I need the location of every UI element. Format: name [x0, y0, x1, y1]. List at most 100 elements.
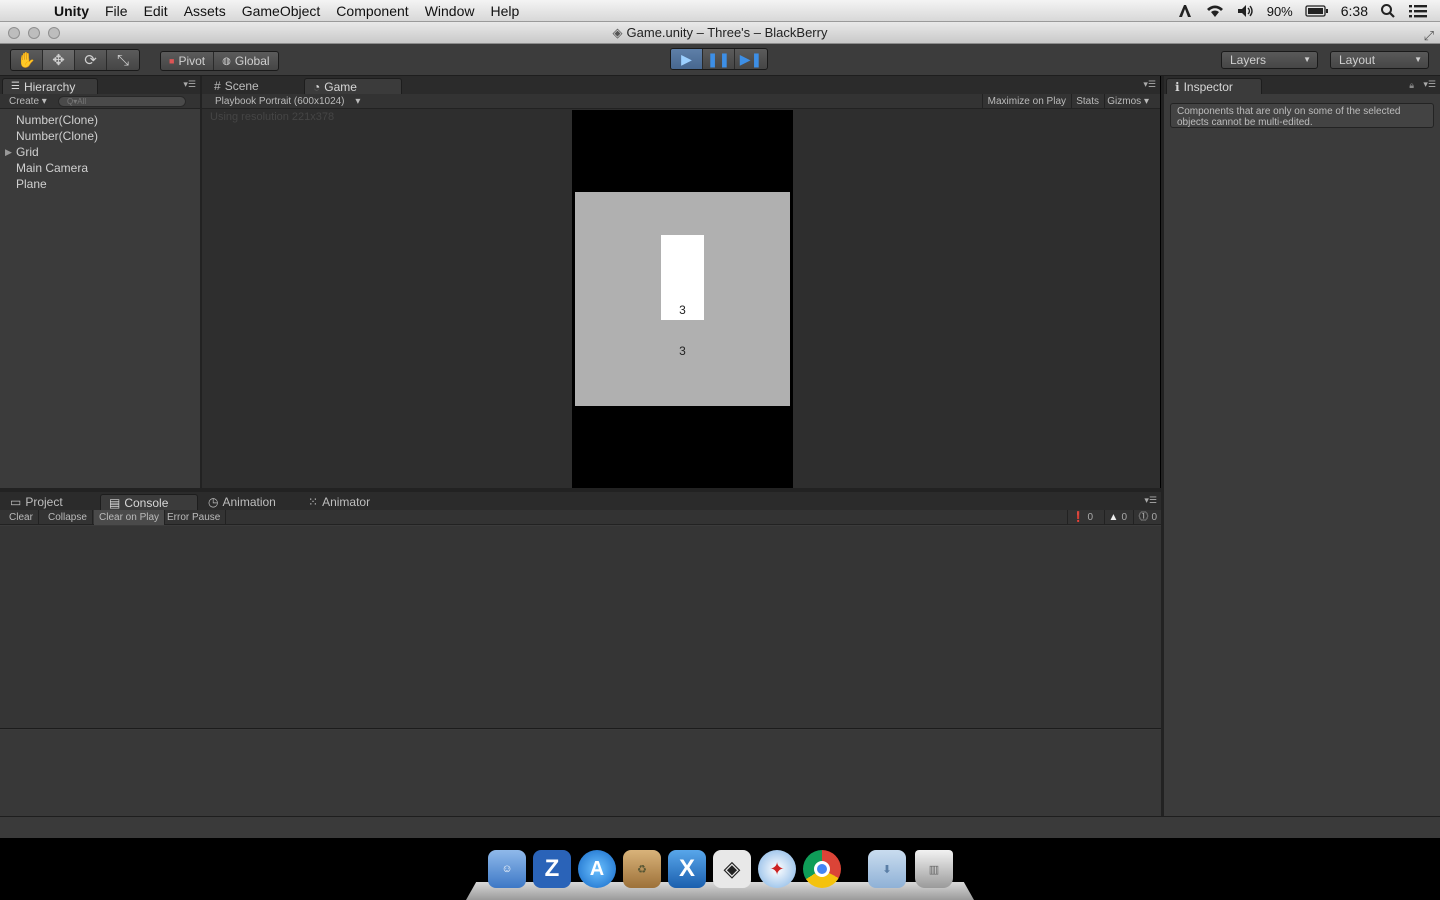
tab-animation[interactable]: ◷ Animation — [200, 494, 300, 510]
panel-menu-icon[interactable]: ▾☰ — [1144, 495, 1157, 506]
tab-project[interactable]: ▭ Project — [2, 494, 98, 510]
safari-icon[interactable]: ✦ — [758, 850, 796, 888]
menu-assets[interactable]: Assets — [176, 0, 234, 22]
clock-icon: ◷ — [208, 495, 219, 509]
window-title: Game.unity – Three's – BlackBerry — [626, 25, 828, 40]
panel-menu-icon[interactable]: ▾☰ — [1143, 79, 1156, 90]
pivot-button[interactable]: ■ Pivot — [161, 52, 215, 70]
console-detail-area[interactable] — [0, 730, 1161, 816]
tab-animator[interactable]: ⁙ Animator — [300, 494, 400, 510]
filezilla-icon[interactable]: Z — [533, 850, 571, 888]
hierarchy-search-input[interactable]: Q▾All — [58, 96, 186, 107]
rotate-tool-icon[interactable]: ⟳ — [75, 50, 107, 70]
hierarchy-item[interactable]: Plane — [0, 176, 200, 192]
info-icon: ℹ — [1175, 79, 1180, 94]
menu-gameobject[interactable]: GameObject — [234, 0, 329, 22]
window-title-bar: ◈ Game.unity – Three's – BlackBerry ⤢ — [0, 22, 1440, 44]
finder-icon[interactable]: ☺ — [488, 850, 526, 888]
error-pause-button[interactable]: Error Pause — [162, 510, 227, 525]
collapse-button[interactable]: Collapse — [43, 510, 93, 525]
hierarchy-item[interactable]: Number(Clone) — [0, 128, 200, 144]
game-toolbar: Playbook Portrait (600x1024) ▾ Maximize … — [202, 94, 1160, 109]
hierarchy-item[interactable]: Number(Clone) — [0, 112, 200, 128]
console-log-list[interactable] — [0, 526, 1161, 729]
clear-button[interactable]: Clear — [4, 510, 39, 525]
trash-icon[interactable]: ▥ — [915, 850, 953, 888]
menu-file[interactable]: File — [97, 0, 136, 22]
maximize-on-play-button[interactable]: Maximize on Play — [981, 94, 1072, 109]
lock-icon[interactable]: 🔒︎ — [1409, 80, 1414, 91]
scene-game-tabstrip: # Scene ◔ Game ▾☰ — [202, 76, 1160, 94]
app-store-icon[interactable]: A — [578, 850, 616, 888]
error-count-toggle[interactable]: ⓵0 — [1133, 510, 1161, 525]
hand-tool-icon[interactable]: ✋ — [11, 50, 43, 70]
menu-window[interactable]: Window — [417, 0, 483, 22]
hierarchy-item[interactable]: Main Camera — [0, 160, 200, 176]
chevron-down-icon: ▼ — [1303, 55, 1311, 64]
aspect-dropdown[interactable]: Playbook Portrait (600x1024) ▾ — [210, 94, 365, 109]
volume-icon[interactable] — [1237, 3, 1255, 19]
step-button-icon[interactable]: ▶❚ — [735, 49, 767, 69]
console-tabstrip: ▭ Project ▤ Console ◷ Animation ⁙ Animator ▾… — [0, 492, 1161, 510]
pacman-icon: ◔ — [313, 79, 321, 94]
spotlight-search-icon[interactable] — [1380, 3, 1396, 19]
pause-button-icon[interactable]: ❚❚ — [703, 49, 735, 69]
resolution-message: Using resolution 221x378 — [210, 111, 335, 123]
number-card: 3 — [661, 235, 704, 320]
move-tool-icon[interactable]: ✥ — [43, 50, 75, 70]
chevron-down-icon: ▼ — [1414, 55, 1422, 64]
panel-menu-icon[interactable]: ▾☰ — [183, 79, 196, 90]
hierarchy-toolbar: Create ▾ Q▾All — [0, 94, 200, 109]
wifi-icon[interactable] — [1205, 3, 1225, 19]
unity-document-icon: ◈ — [612, 25, 623, 40]
archive-utility-icon[interactable]: ♻ — [623, 850, 661, 888]
global-button[interactable]: ◍ Global — [214, 52, 277, 70]
tab-hierarchy[interactable]: ☰ Hierarchy — [2, 78, 98, 94]
close-window-button[interactable] — [8, 27, 20, 39]
info-bubble-icon: ❗ — [1071, 512, 1085, 523]
unity-icon[interactable]: ◈ — [713, 850, 751, 888]
stats-button[interactable]: Stats — [1071, 94, 1105, 109]
tab-scene[interactable]: # Scene — [206, 78, 296, 94]
transform-tools: ✋ ✥ ⟳ ⤡ — [10, 49, 140, 71]
notification-center-icon[interactable] — [1408, 3, 1428, 19]
pivot-icon: ■ — [169, 56, 175, 66]
zoom-window-button[interactable] — [48, 27, 60, 39]
menu-help[interactable]: Help — [482, 0, 527, 22]
play-button-icon[interactable]: ▶ — [671, 49, 703, 69]
scale-tool-icon[interactable]: ⤡ — [107, 50, 139, 70]
create-button[interactable]: Create ▾ — [4, 94, 52, 109]
menu-edit[interactable]: Edit — [136, 0, 176, 22]
battery-icon[interactable] — [1305, 5, 1329, 17]
gizmos-dropdown[interactable]: Gizmos ▾ — [1102, 94, 1154, 109]
clear-on-play-button[interactable]: Clear on Play — [94, 510, 166, 525]
grid-icon: # — [214, 79, 221, 93]
tab-inspector[interactable]: ℹ Inspector — [1166, 78, 1262, 94]
console-icon: ▤ — [109, 495, 121, 510]
expand-arrow-icon[interactable]: ▶ — [5, 144, 12, 160]
xcode-icon[interactable]: X — [668, 850, 706, 888]
tab-game[interactable]: ◔ Game — [304, 78, 402, 94]
adobe-icon[interactable] — [1177, 3, 1193, 19]
layout-dropdown[interactable]: Layout ▼ — [1330, 51, 1429, 69]
tab-console[interactable]: ▤ Console — [100, 494, 198, 510]
list-icon: ☰ — [11, 81, 20, 92]
layers-dropdown[interactable]: Layers ▼ — [1221, 51, 1318, 69]
inspector-tabstrip: ℹ Inspector 🔒︎ ▾☰ — [1164, 76, 1440, 94]
panel-menu-icon[interactable]: ▾☰ — [1423, 79, 1436, 90]
hierarchy-item-grid[interactable]: ▶ Grid — [0, 144, 200, 160]
info-count-toggle[interactable]: ❗ 0 — [1066, 510, 1097, 525]
hierarchy-tabstrip: ☰ Hierarchy ▾☰ — [0, 76, 200, 94]
minimize-window-button[interactable] — [28, 27, 40, 39]
clock[interactable]: 6:38 — [1341, 3, 1368, 19]
game-viewport[interactable]: 3 3 — [572, 110, 793, 488]
warning-count-toggle[interactable]: ▲ 0 — [1103, 510, 1131, 525]
downloads-folder-icon[interactable]: ⬇ — [868, 850, 906, 888]
game-panel: # Scene ◔ Game ▾☰ Playbook Portrait (600x1… — [202, 76, 1160, 488]
next-value: 3 — [679, 344, 686, 358]
menu-unity[interactable]: Unity — [52, 0, 97, 22]
hierarchy-panel: ☰ Hierarchy ▾☰ Create ▾ Q▾All Number(Clon… — [0, 76, 200, 488]
chrome-icon[interactable] — [803, 850, 841, 888]
menu-component[interactable]: Component — [328, 0, 416, 22]
folder-icon: ▭ — [10, 495, 22, 509]
